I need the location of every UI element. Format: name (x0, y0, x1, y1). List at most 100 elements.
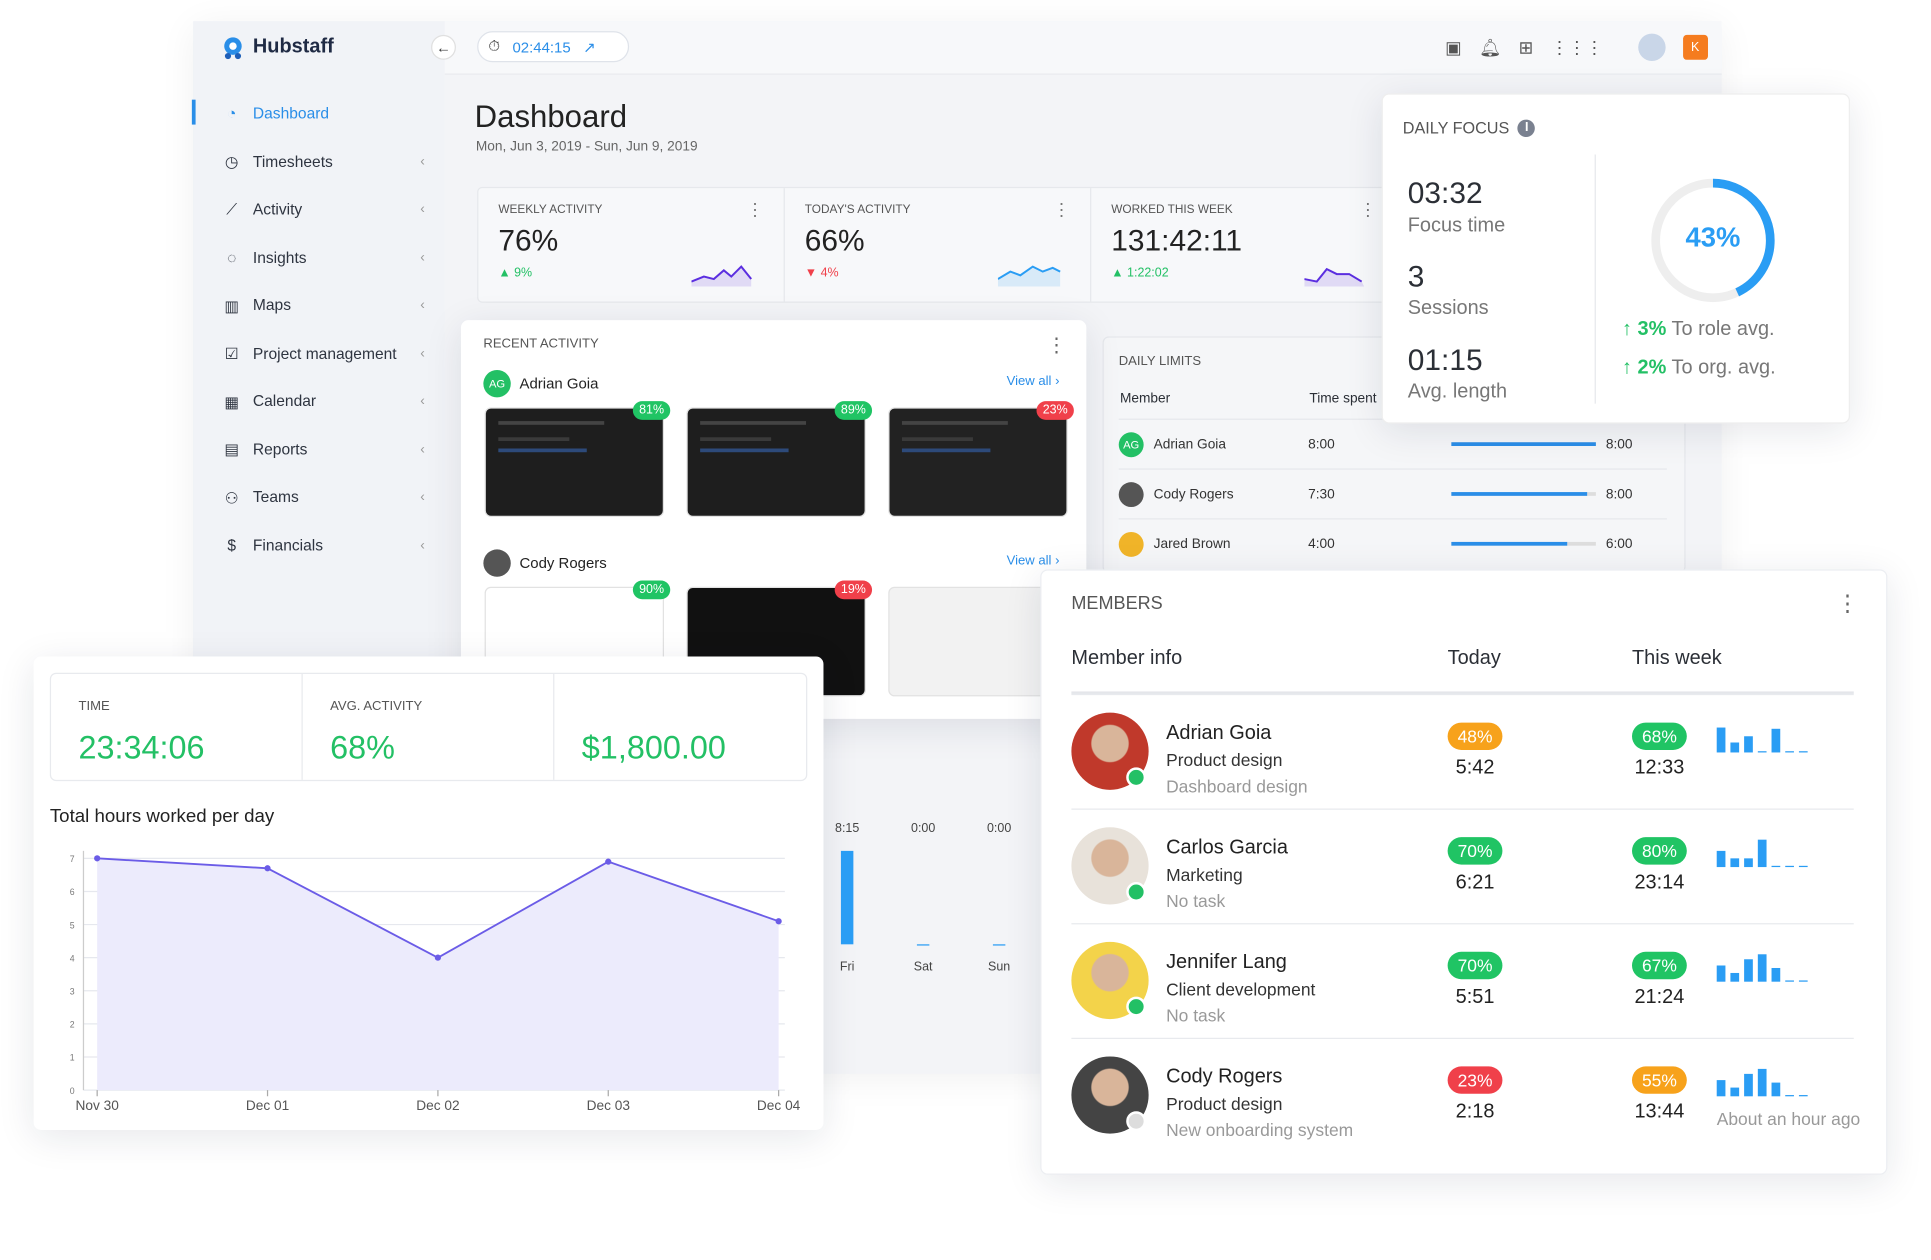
gift-icon[interactable]: ⊞ (1519, 37, 1534, 58)
limit-row[interactable]: Cody Rogers 7:30 8:00 (1118, 468, 1667, 518)
member-row[interactable]: Cody Rogers Product design New onboarding … (1071, 1037, 1860, 1153)
date-range[interactable]: Mon, Jun 3, 2019 - Sun, Jun 9, 2019 (476, 140, 698, 155)
sidebar-item-teams[interactable]: ⚇ Teams ‹ (193, 473, 445, 521)
chart-icon: ⟋ (226, 200, 238, 218)
today-activity-badge: 23% (1447, 1066, 1503, 1094)
sidebar-item-timesheets[interactable]: ◷ Timesheets ‹ (193, 138, 445, 186)
teams-icon: ⚇ (224, 489, 239, 507)
more-menu-icon[interactable]: ⋮ (1836, 591, 1858, 617)
x-tick-label: Nov 30 (75, 1098, 119, 1113)
more-menu-icon[interactable]: ⋮ (1053, 201, 1070, 218)
member-row[interactable]: Adrian Goia Product design Dashboard desig… (1071, 693, 1854, 809)
view-all-link[interactable]: View all › (1007, 553, 1060, 568)
mini-bar (1785, 1094, 1794, 1097)
col-member-info[interactable]: Member info (1071, 648, 1182, 670)
org-badge[interactable]: K (1682, 34, 1708, 60)
member-row[interactable]: Carlos Garcia Marketing No task 70% 6:21 80% 2… (1071, 808, 1854, 924)
screenshot-thumbnail[interactable] (888, 407, 1068, 518)
info-icon[interactable]: i (1517, 118, 1536, 137)
mini-bar (1771, 967, 1781, 982)
member-name: Adrian Goia (1153, 436, 1226, 452)
bar-day-label: Sun (988, 960, 1011, 975)
activity-badge: 89% (834, 401, 873, 420)
y-tick-label: 0 (70, 1086, 75, 1096)
member-name: Carlos Garcia (1166, 837, 1288, 859)
dashboard-icon: ◔ (227, 104, 237, 123)
online-status-icon (1126, 767, 1147, 788)
limit-row[interactable]: AG Adrian Goia 8:00 8:00 (1118, 418, 1667, 469)
limit-row[interactable]: Jared Brown 4:00 6:00 (1118, 518, 1667, 568)
member-name: Adrian Goia (1166, 722, 1272, 744)
activity-badge: 81% (632, 401, 671, 420)
sidebar-item-reports[interactable]: ▤ Reports ‹ (193, 425, 445, 473)
logo[interactable]: Hubstaff (221, 35, 334, 60)
y-tick-label: 7 (70, 854, 75, 864)
member-role: Product design (1166, 1093, 1283, 1114)
org-change: ↑ 2% (1622, 357, 1667, 379)
stat-label: Weekly activity (498, 203, 603, 217)
week-time: 23:14 (1634, 872, 1685, 894)
member-row[interactable]: Jennifer Lang Client development No task 70… (1071, 923, 1854, 1038)
mini-bar (1716, 965, 1726, 982)
map-icon: ▥ (224, 297, 240, 315)
view-all-link[interactable]: View all › (1007, 374, 1060, 389)
screenshot-thumbnail[interactable] (484, 407, 665, 518)
org-label: To org. avg. (1671, 357, 1776, 379)
col-member: Member (1119, 391, 1171, 407)
dollar-icon: $ (227, 536, 237, 555)
user-avatar[interactable] (1637, 33, 1666, 62)
sidebar-item-project-management[interactable]: ☑ Project management ‹ (193, 330, 445, 378)
online-status-icon (1126, 996, 1147, 1017)
col-today[interactable]: Today (1448, 648, 1501, 670)
member-header[interactable]: AG Adrian Goia (483, 370, 598, 398)
chevron-left-icon: ‹ (420, 441, 425, 457)
more-menu-icon[interactable]: ⋮ (746, 201, 763, 218)
sidebar-item-calendar[interactable]: ▦ Calendar ‹ (193, 377, 445, 425)
member-role: Client development (1166, 979, 1316, 1000)
chevron-left-icon: ‹ (420, 250, 425, 266)
y-tick-label: 2 (70, 1020, 75, 1030)
chevron-left-icon: ‹ (420, 346, 425, 361)
y-tick-label: 3 (70, 987, 75, 997)
bulb-icon: ◌ (227, 248, 237, 267)
mini-bar (1798, 751, 1808, 753)
sidebar-item-activity[interactable]: ⟋ Activity ‹ (193, 186, 445, 234)
sidebar-item-insights[interactable]: ◌ Insights ‹ (193, 234, 445, 282)
members-card: Members ⋮ Member info Today This week Ad… (1040, 569, 1888, 1175)
x-tick-label: Dec 03 (587, 1098, 631, 1113)
stat-label: Worked this week (1111, 203, 1233, 217)
bell-icon[interactable]: 🔔︎ (1479, 37, 1501, 58)
week-activity-badge: 67% (1631, 951, 1687, 980)
limit-progress (1451, 541, 1596, 546)
more-menu-icon[interactable]: ⋮ (1046, 333, 1066, 358)
member-name: Cody Rogers (519, 554, 607, 572)
time-value: 23:34:06 (78, 728, 205, 767)
time-limit: 6:00 (1605, 536, 1633, 552)
apps-grid-icon[interactable]: ⋮⋮⋮ (1551, 37, 1603, 58)
focus-time-value: 03:32 (1407, 176, 1483, 211)
member-header[interactable]: Cody Rogers (483, 549, 607, 577)
mini-bar (1757, 751, 1767, 753)
mini-bar (1785, 980, 1794, 983)
chevron-left-icon: ‹ (420, 537, 425, 553)
sidebar-item-financials[interactable]: $ Financials ‹ (193, 521, 445, 569)
screenshot-thumbnail[interactable] (686, 407, 866, 518)
data-point (605, 858, 612, 865)
mini-bar (1798, 980, 1808, 983)
timer-widget[interactable]: ⏱ 02:44:15 ↗ (477, 31, 630, 63)
more-menu-icon[interactable]: ⋮ (1359, 201, 1376, 218)
triangle-up-icon: ▲ (498, 266, 515, 281)
mini-bar (1785, 751, 1794, 753)
open-arrow-icon[interactable]: ↗ (583, 38, 596, 55)
collapse-sidebar-button[interactable]: ← (431, 34, 456, 60)
sidebar-item-maps[interactable]: ▥ Maps ‹ (193, 282, 445, 330)
limit-progress (1451, 492, 1596, 496)
mini-bar (1730, 742, 1740, 753)
mini-bar (1730, 858, 1740, 868)
col-this-week[interactable]: This week (1632, 648, 1722, 670)
help-icon[interactable]: ▣ (1445, 37, 1461, 58)
time-spent: 8:00 (1308, 436, 1335, 452)
hours-chart: 0 1 2 3 4 5 6 7 Nov 30 Dec 01 Dec 02 Dec 03 Dec 04 (70, 850, 801, 1113)
sidebar-item-dashboard[interactable]: ◔ Dashboard (191, 90, 445, 138)
daily-limits-title: Daily limits (1118, 353, 1202, 369)
